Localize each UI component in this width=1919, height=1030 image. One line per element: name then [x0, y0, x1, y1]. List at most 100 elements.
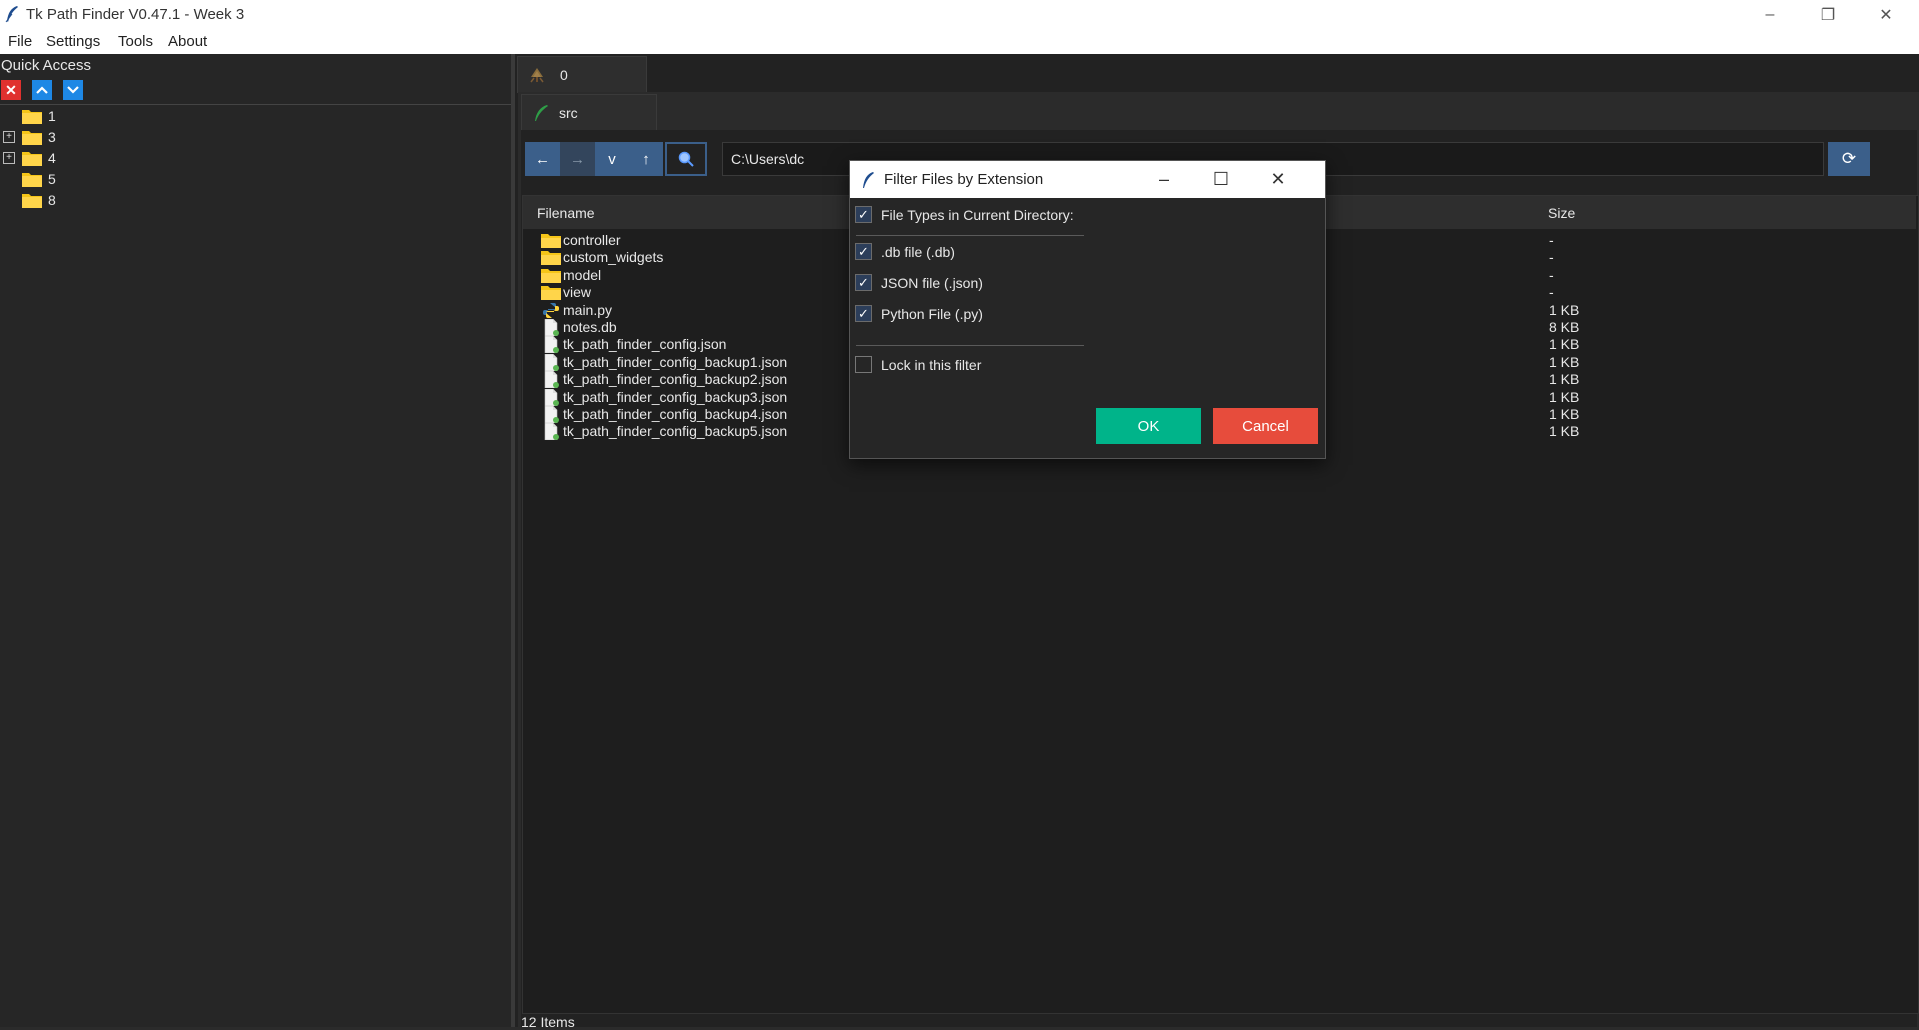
file-size: 1 KB — [1549, 406, 1580, 422]
up-directory-button[interactable]: ↑ — [629, 142, 663, 176]
close-icon: ✕ — [5, 81, 17, 98]
checkbox-label: Lock in this filter — [881, 357, 982, 373]
forward-button[interactable]: → — [560, 142, 595, 176]
tree-item[interactable]: 8 — [0, 190, 511, 211]
json-filter-checkbox[interactable]: ✓ JSON file (.json) — [855, 272, 1155, 294]
file-name: tk_path_finder_config_backup2.json — [563, 371, 788, 388]
search-button[interactable] — [665, 142, 707, 176]
checkmark-icon: ✓ — [855, 243, 872, 260]
move-up-button[interactable] — [32, 80, 52, 100]
checkbox-label: .db file (.db) — [881, 244, 955, 260]
checkmark-icon: ✓ — [855, 206, 872, 223]
tab-label: 0 — [560, 67, 568, 83]
folder-icon — [22, 110, 42, 124]
dialog-minimize-button[interactable]: – — [1140, 161, 1188, 198]
checkbox-label: File Types in Current Directory: — [881, 207, 1074, 223]
window-titlebar: Tk Path Finder V0.47.1 - Week 3 – ❐ ✕ — [0, 0, 1919, 29]
file-size: 1 KB — [1549, 301, 1580, 318]
tab-label: src — [559, 105, 578, 121]
divider — [856, 345, 1084, 346]
py-filter-checkbox[interactable]: ✓ Python File (.py) — [855, 303, 1155, 325]
file-name: controller — [563, 232, 621, 248]
tree-item[interactable]: 1 — [0, 106, 511, 127]
file-size: 8 KB — [1549, 319, 1580, 335]
file-name: custom_widgets — [563, 249, 664, 266]
move-down-button[interactable] — [63, 80, 83, 100]
quick-access-heading: Quick Access — [1, 57, 92, 74]
restore-button[interactable]: ❐ — [1799, 0, 1857, 29]
column-header-filename[interactable]: Filename — [537, 205, 595, 221]
expand-icon[interactable]: + — [3, 152, 15, 164]
close-window-button[interactable]: ✕ — [1857, 0, 1915, 29]
tree-item-label: 4 — [48, 150, 56, 166]
cancel-button[interactable]: Cancel — [1213, 408, 1318, 444]
lock-filter-checkbox[interactable]: Lock in this filter — [855, 354, 1155, 376]
expand-icon[interactable]: + — [3, 131, 15, 143]
folder-icon — [22, 173, 42, 187]
divider — [0, 104, 511, 105]
menu-bar: File Settings Tools About — [0, 29, 1919, 54]
file-size: 1 KB — [1549, 353, 1580, 370]
file-types-all-checkbox[interactable]: ✓ File Types in Current Directory: — [855, 204, 1155, 226]
tree-item-label: 3 — [48, 129, 56, 145]
item-count-status: 12 Items — [521, 1014, 575, 1030]
folder-icon — [22, 152, 42, 166]
dialog-title: Filter Files by Extension — [884, 171, 1044, 188]
file-size: - — [1549, 249, 1554, 266]
divider — [856, 235, 1084, 236]
file-size: 1 KB — [1549, 423, 1580, 440]
menu-file[interactable]: File — [8, 33, 32, 50]
dialog-titlebar: Filter Files by Extension – ☐ ✕ — [850, 161, 1325, 198]
file-size: - — [1549, 266, 1554, 283]
feather-icon — [535, 105, 548, 121]
ok-button[interactable]: OK — [1096, 408, 1201, 444]
file-name: tk_path_finder_config_backup5.json — [563, 423, 788, 440]
file-name: main.py — [563, 301, 613, 318]
file-name: tk_path_finder_config.json — [563, 336, 727, 353]
filter-dialog: Filter Files by Extension – ☐ ✕ ✓ File T… — [849, 160, 1326, 459]
file-name: view — [563, 284, 592, 301]
minimize-button[interactable]: – — [1741, 0, 1799, 29]
file-icon — [541, 423, 561, 441]
history-dropdown-button[interactable]: v — [595, 142, 629, 176]
dialog-maximize-button[interactable]: ☐ — [1197, 161, 1245, 198]
tab-0[interactable]: 0 — [517, 56, 647, 93]
file-name: model — [563, 266, 602, 283]
file-size: 1 KB — [1549, 336, 1580, 353]
tree-item-label: 8 — [48, 192, 56, 208]
search-icon — [678, 151, 694, 167]
file-name: notes.db — [563, 319, 617, 335]
file-size: - — [1549, 232, 1554, 248]
checkmark-icon: ✓ — [855, 274, 872, 291]
file-name: tk_path_finder_config_backup3.json — [563, 388, 788, 405]
column-header-size[interactable]: Size — [1548, 205, 1575, 221]
file-name: tk_path_finder_config_backup4.json — [563, 406, 788, 422]
menu-tools[interactable]: Tools — [118, 33, 153, 50]
file-size: 1 KB — [1549, 371, 1580, 388]
tree-item[interactable]: + 3 — [0, 127, 511, 148]
chevron-up-icon — [36, 86, 48, 94]
tree-item[interactable]: + 4 — [0, 148, 511, 169]
tree-item-label: 5 — [48, 171, 56, 187]
db-filter-checkbox[interactable]: ✓ .db file (.db) — [855, 241, 1155, 263]
checkbox-label: JSON file (.json) — [881, 275, 983, 291]
menu-about[interactable]: About — [168, 33, 207, 50]
folder-icon — [22, 131, 42, 145]
menu-settings[interactable]: Settings — [46, 33, 100, 50]
refresh-icon: ⟳ — [1841, 149, 1857, 168]
tree-item[interactable]: 5 — [0, 169, 511, 190]
remove-quick-access-button[interactable]: ✕ — [1, 80, 21, 100]
checkbox-label: Python File (.py) — [881, 306, 983, 322]
back-button[interactable]: ← — [525, 142, 560, 176]
file-size: - — [1549, 284, 1554, 301]
refresh-button[interactable]: ⟳ — [1828, 142, 1870, 176]
dialog-close-button[interactable]: ✕ — [1254, 161, 1302, 198]
file-size: 1 KB — [1549, 388, 1580, 405]
checkmark-icon: ✓ — [855, 305, 872, 322]
quick-access-sidebar: Quick Access ✕ 1 + 3 + 4 5 8 — [0, 54, 512, 1027]
tree-item-label: 1 — [48, 108, 56, 124]
chevron-down-icon — [67, 86, 79, 94]
file-name: tk_path_finder_config_backup1.json — [563, 353, 788, 370]
checkbox-empty-icon — [855, 356, 872, 373]
tab-src[interactable]: src — [521, 94, 657, 131]
